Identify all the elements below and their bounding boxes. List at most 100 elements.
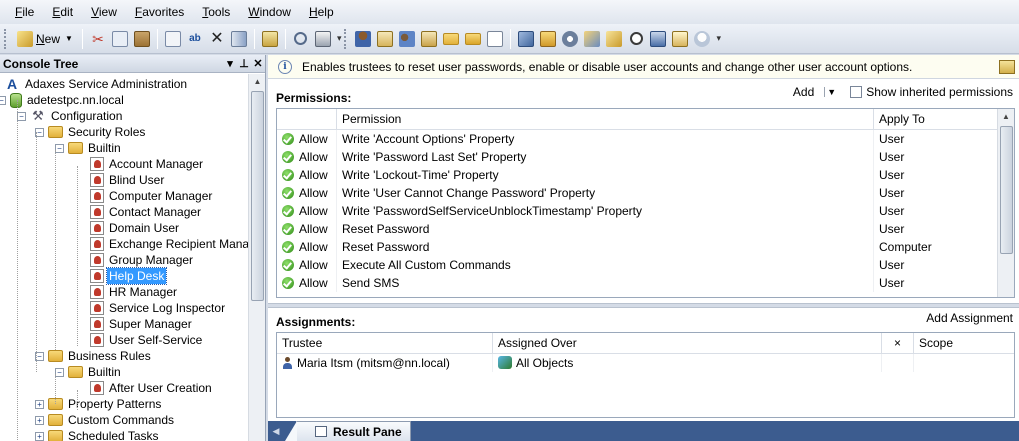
cut-button[interactable]: ✂ [88, 28, 108, 50]
collapse-icon[interactable]: − [55, 143, 64, 153]
table-row[interactable]: Allow Write 'PasswordSelfServiceUnblockTi… [277, 202, 1014, 220]
add-permission-button[interactable]: Add [793, 85, 814, 99]
tree-node[interactable]: − ⚒ Configuration [17, 108, 124, 124]
business-rule-button[interactable] [560, 28, 580, 50]
remove-scope-cell[interactable] [882, 354, 914, 372]
expand-icon[interactable]: + [35, 415, 44, 425]
table-row[interactable]: Maria Itsm (mitsm@nn.local) All Objects [277, 354, 1014, 372]
scroll-thumb[interactable] [251, 91, 264, 301]
create-contact-button[interactable] [375, 28, 395, 50]
menu-help[interactable]: Help [300, 0, 343, 24]
move-button[interactable] [229, 28, 249, 50]
scroll-thumb[interactable] [1000, 126, 1013, 254]
scheduled-task-button[interactable] [626, 28, 646, 50]
tree-node[interactable]: Blind User [90, 172, 166, 188]
tree-node[interactable]: − Builtin [55, 140, 123, 156]
pin-icon[interactable]: ⊥ [237, 57, 251, 70]
approval-button[interactable] [692, 28, 712, 50]
scroll-up-icon[interactable]: ▲ [998, 109, 1014, 125]
pane-menu-icon[interactable]: ▾ [223, 57, 237, 70]
apply-to-column-header[interactable]: Apply To [874, 109, 998, 129]
table-row[interactable]: Allow Write 'User Cannot Change Password'… [277, 184, 1014, 202]
tree-node[interactable]: Account Manager [90, 156, 205, 172]
create-page-button[interactable] [485, 28, 505, 50]
tree-node[interactable]: A Adaxes Service Administration [4, 76, 189, 92]
menu-tools[interactable]: Tools [193, 0, 239, 24]
tree-node[interactable]: Exchange Recipient Manag [90, 236, 248, 252]
tree-node[interactable]: − Business Rules [35, 348, 153, 364]
tree-node[interactable]: Contact Manager [90, 204, 203, 220]
tree-node[interactable]: User Self-Service [90, 332, 204, 348]
table-row[interactable]: Allow Write 'Password Last Set' Property U… [277, 148, 1014, 166]
create-ou-button[interactable] [441, 28, 461, 50]
expand-icon[interactable]: + [35, 431, 44, 441]
add-dropdown-icon[interactable]: ▼ [824, 87, 838, 97]
menu-favorites[interactable]: Favorites [126, 0, 193, 24]
tab-scroll-left-icon[interactable]: ◀ [268, 426, 284, 437]
show-inherited-checkbox[interactable] [850, 86, 863, 98]
toolbar-grip[interactable] [4, 28, 8, 49]
trustee-column-header[interactable]: Trustee [277, 333, 493, 353]
add-assignment-button[interactable]: Add Assignment [926, 311, 1013, 325]
tree-node[interactable]: − Builtin [55, 364, 123, 380]
report-button[interactable] [670, 28, 690, 50]
scroll-up-icon[interactable]: ▲ [249, 74, 266, 90]
print-button[interactable] [313, 28, 333, 50]
properties-button[interactable] [260, 28, 280, 50]
collapse-icon[interactable]: − [0, 95, 6, 105]
tree-node[interactable]: − adetestpc.nn.local [0, 92, 126, 108]
tree-node[interactable]: + Scheduled Tasks [35, 428, 161, 441]
tree-node[interactable]: Domain User [90, 220, 181, 236]
copy-button[interactable] [110, 28, 130, 50]
tree-node[interactable]: Help Desk [90, 267, 168, 285]
tab-result-pane[interactable]: Result Pane [285, 421, 411, 441]
menu-view[interactable]: View [82, 0, 126, 24]
table-row[interactable]: Allow Write 'Account Options' Property Use… [277, 130, 1014, 148]
custom-command-button[interactable] [582, 28, 602, 50]
paste-button[interactable] [132, 28, 152, 50]
menu-edit[interactable]: Edit [43, 0, 82, 24]
table-row[interactable]: Allow Execute All Custom Commands User [277, 256, 1014, 274]
tree-node[interactable]: − Security Roles [35, 124, 147, 140]
edit-properties-icon[interactable] [999, 59, 1015, 74]
property-pattern-button[interactable] [604, 28, 624, 50]
tree-node[interactable]: After User Creation [90, 380, 214, 396]
tree-node[interactable]: HR Manager [90, 284, 179, 300]
create-container-button[interactable] [463, 28, 483, 50]
network-button[interactable] [648, 28, 668, 50]
collapse-icon[interactable]: − [55, 367, 64, 377]
table-row[interactable]: Allow Send SMS User [277, 274, 1014, 292]
console-tree-scrollbar[interactable]: ▲ [248, 74, 265, 441]
new-button[interactable]: New ▼ [13, 28, 77, 50]
close-icon[interactable]: ✕ [251, 57, 265, 70]
type-column-header[interactable] [277, 109, 337, 129]
table-row[interactable]: Allow Reset Password User [277, 220, 1014, 238]
create-user-button[interactable] [353, 28, 373, 50]
toolbar-overflow-icon[interactable]: ▾ [337, 33, 342, 44]
collapse-icon[interactable]: − [17, 111, 26, 121]
scope-column-header[interactable]: Scope [914, 333, 1014, 353]
business-unit-button[interactable] [516, 28, 536, 50]
spellcheck-button[interactable]: ab [185, 28, 205, 50]
tree-node[interactable]: + Custom Commands [35, 412, 176, 428]
tree-node[interactable]: Super Manager [90, 316, 194, 332]
pane-splitter[interactable] [268, 303, 1019, 308]
delete-button[interactable]: ✕ [207, 28, 227, 50]
remove-scope-column-header[interactable]: × [882, 333, 914, 353]
security-role-button[interactable] [538, 28, 558, 50]
permissions-scrollbar[interactable]: ▲ [997, 109, 1014, 297]
create-computer-button[interactable] [419, 28, 439, 50]
table-row[interactable]: Allow Reset Password Computer [277, 238, 1014, 256]
permission-column-header[interactable]: Permission [337, 109, 874, 129]
tree-node[interactable]: Service Log Inspector [90, 300, 227, 316]
tree-node[interactable]: Computer Manager [90, 188, 214, 204]
table-row[interactable]: Allow Write 'Lockout-Time' Property User [277, 166, 1014, 184]
create-group-button[interactable] [397, 28, 417, 50]
menu-file[interactable]: File [6, 0, 43, 24]
expand-icon[interactable]: + [35, 399, 44, 409]
find-button[interactable] [291, 28, 311, 50]
assigned-over-column-header[interactable]: Assigned Over [493, 333, 882, 353]
new-dropdown-icon[interactable]: ▼ [65, 34, 73, 43]
menu-window[interactable]: Window [239, 0, 300, 24]
tree-node[interactable]: Group Manager [90, 252, 195, 268]
